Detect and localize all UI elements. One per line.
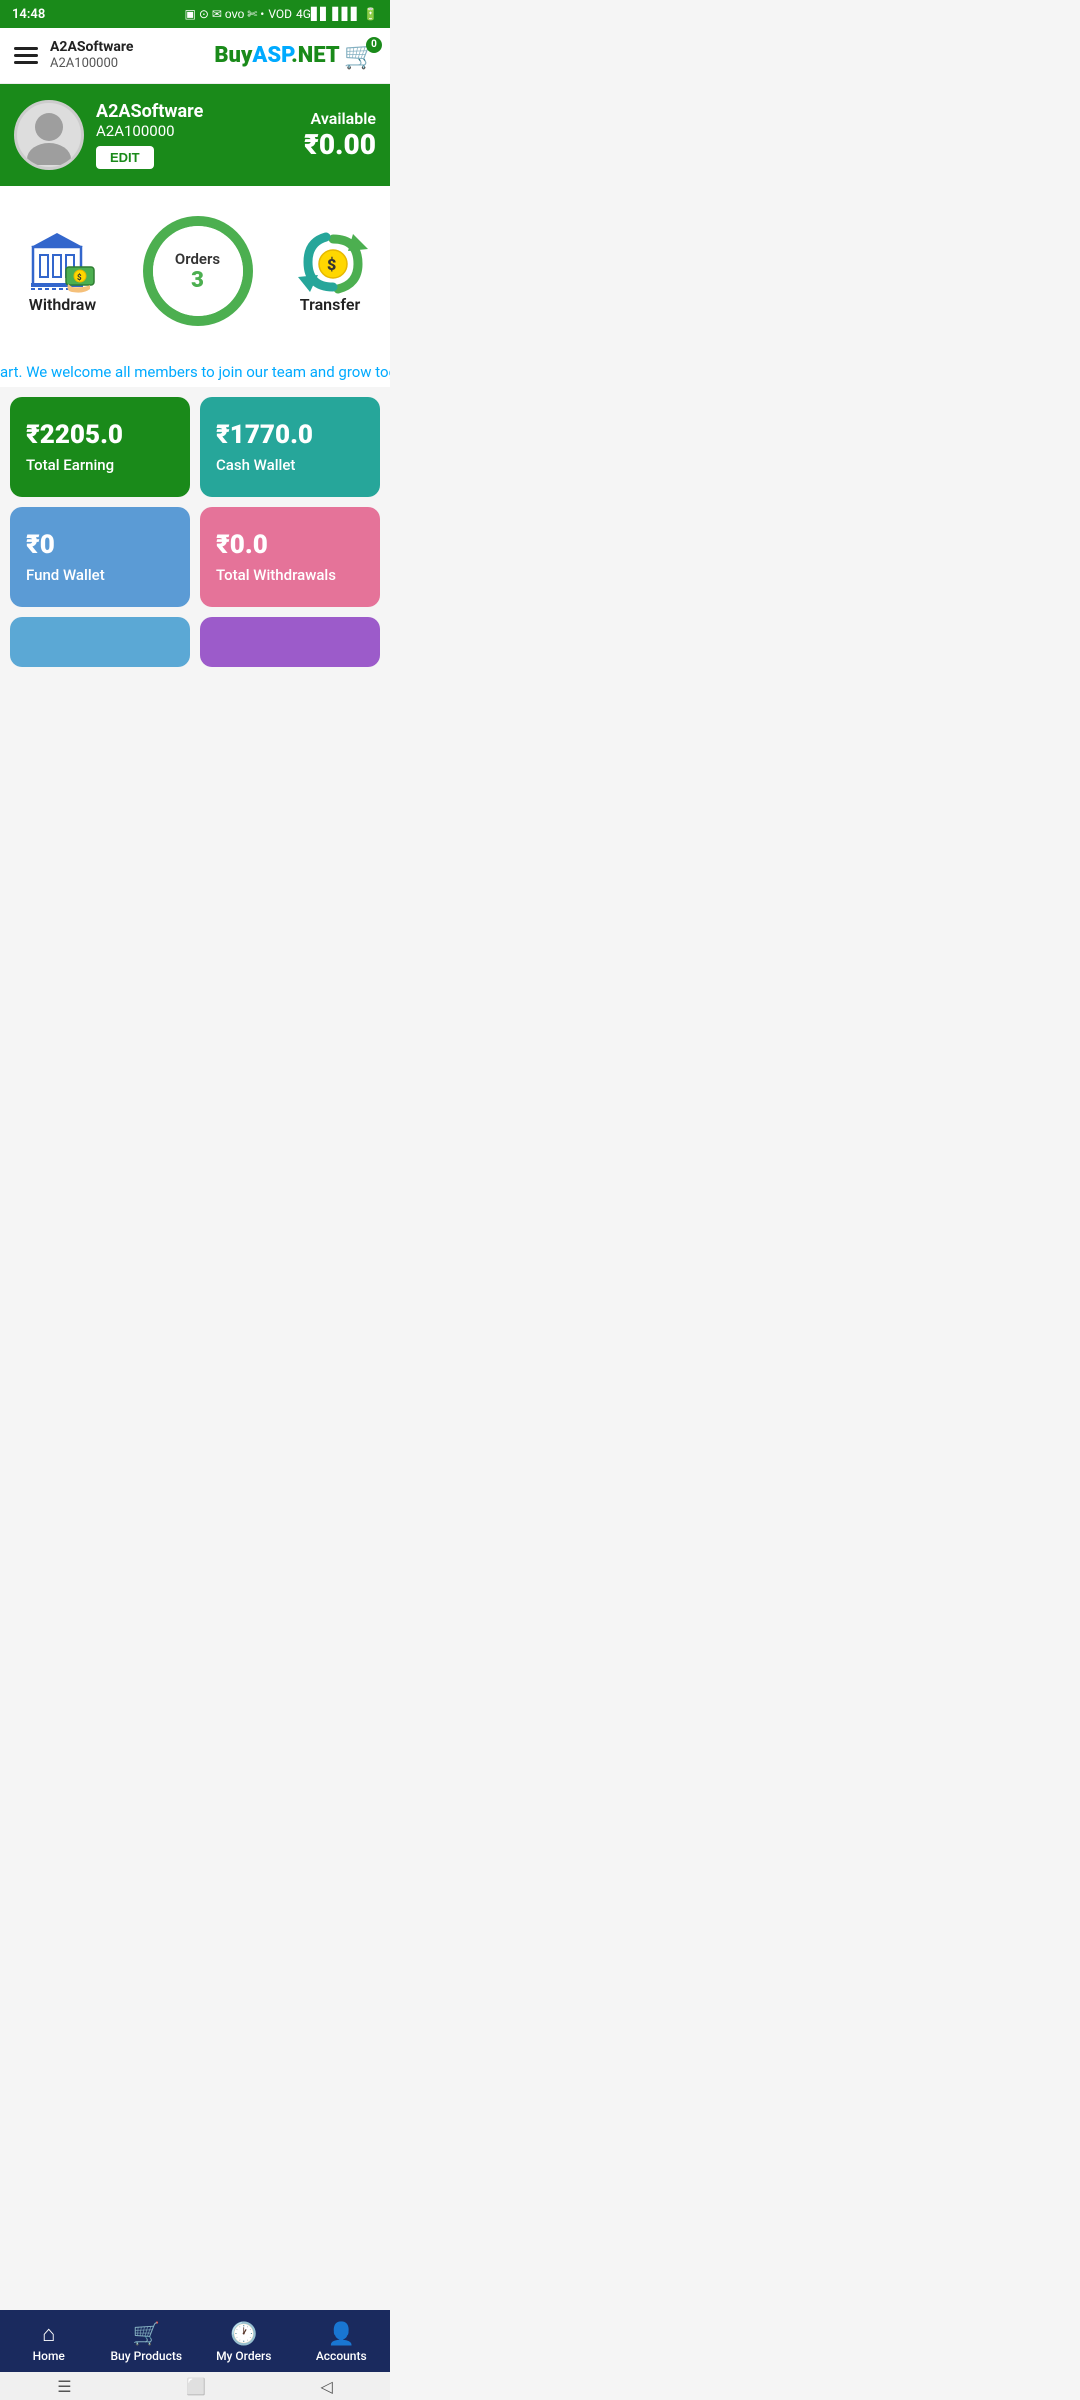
buy-products-icon: 🛒 [133, 2322, 160, 2347]
bottom-nav: ⌂ Home 🛒 Buy Products 🕐 My Orders 👤 Acco… [0, 2310, 390, 2372]
status-signal: ▣ ⊙ ✉ ᴏᴠᴏ ✄ • [185, 7, 265, 21]
buy-products-label: Buy Products [110, 2349, 182, 2363]
total-earning-card[interactable]: ₹2205.0 Total Earning [10, 397, 190, 497]
orders-count: 3 [191, 268, 204, 293]
my-orders-label: My Orders [216, 2349, 271, 2363]
status-time: 14:48 [12, 7, 45, 22]
accounts-label: Accounts [316, 2349, 367, 2363]
total-earning-label: Total Earning [26, 456, 174, 474]
transfer-icon: $ [298, 229, 363, 289]
profile-name: A2ASoftware [96, 101, 203, 122]
header-company: A2ASoftware [50, 38, 133, 56]
nav-buy-products[interactable]: 🛒 Buy Products [98, 2322, 196, 2363]
status-4g: 4G▋▋ ▋▋▋ 🔋 [296, 7, 378, 21]
withdraw-icon: $ [28, 229, 98, 289]
svg-text:$: $ [77, 273, 82, 282]
profile-section: A2ASoftware A2A100000 EDIT Available ₹0.… [0, 84, 390, 186]
orders-label: Orders [175, 250, 220, 268]
android-menu-icon: ☰ [57, 2377, 71, 2396]
profile-balance: Available ₹0.00 [304, 109, 376, 161]
home-icon: ⌂ [42, 2321, 55, 2347]
nav-accounts[interactable]: 👤 Accounts [293, 2322, 391, 2363]
status-bar: 14:48 ▣ ⊙ ✉ ᴏᴠᴏ ✄ • VOD 4G▋▋ ▋▋▋ 🔋 [0, 0, 390, 28]
header-left: A2ASoftware A2A100000 [14, 38, 133, 73]
accounts-icon: 👤 [328, 2322, 355, 2347]
fund-wallet-amount: ₹0 [26, 530, 174, 560]
home-label: Home [33, 2349, 65, 2363]
nav-my-orders[interactable]: 🕐 My Orders [195, 2322, 293, 2363]
profile-left: A2ASoftware A2A100000 EDIT [14, 100, 203, 170]
profile-info: A2ASoftware A2A100000 EDIT [96, 101, 203, 169]
balance-amount: ₹0.00 [304, 128, 376, 161]
orders-donut: Orders 3 [133, 206, 263, 336]
app-header: A2ASoftware A2A100000 BuyASP.NET 🛒 0 [0, 28, 390, 84]
svg-text:$: $ [327, 255, 336, 274]
partial-row [0, 617, 390, 673]
brand-buy: Buy [214, 43, 252, 68]
total-withdrawals-card[interactable]: ₹0.0 Total Withdrawals [200, 507, 380, 607]
profile-code: A2A100000 [96, 122, 203, 140]
total-earning-amount: ₹2205.0 [26, 420, 174, 450]
total-withdrawals-label: Total Withdrawals [216, 566, 364, 584]
status-network: VOD [268, 7, 292, 21]
donut-center: Orders 3 [153, 226, 243, 316]
cart-button[interactable]: 🛒 0 [344, 41, 376, 71]
action-row: $ Withdraw Orders 3 [0, 186, 390, 356]
android-home-icon: ⬜ [186, 2377, 206, 2396]
android-nav: ☰ ⬜ ◁ [0, 2372, 390, 2400]
withdraw-label: Withdraw [29, 295, 96, 314]
cash-wallet-amount: ₹1770.0 [216, 420, 364, 450]
stats-grid: ₹2205.0 Total Earning ₹1770.0 Cash Walle… [0, 387, 390, 617]
partial-card-right[interactable] [200, 617, 380, 667]
brand-text: BuyASP.NET [214, 43, 339, 68]
header-code: A2A100000 [50, 56, 133, 73]
menu-button[interactable] [14, 47, 38, 64]
partial-card-left[interactable] [10, 617, 190, 667]
avatar [14, 100, 84, 170]
cart-badge: 0 [366, 37, 382, 53]
available-label: Available [304, 109, 376, 128]
marquee-row: art. We welcome all members to join our … [0, 356, 390, 387]
brand-net: .NET [291, 43, 340, 68]
transfer-label: Transfer [300, 295, 360, 314]
transfer-action[interactable]: $ Transfer [298, 229, 363, 314]
header-user-info: A2ASoftware A2A100000 [50, 38, 133, 73]
withdraw-action[interactable]: $ Withdraw [28, 229, 98, 314]
marquee-text: art. We welcome all members to join our … [0, 363, 390, 381]
fund-wallet-card[interactable]: ₹0 Fund Wallet [10, 507, 190, 607]
edit-button[interactable]: EDIT [96, 146, 154, 169]
brand-asp: ASP [252, 43, 291, 68]
my-orders-icon: 🕐 [230, 2322, 257, 2347]
nav-home[interactable]: ⌂ Home [0, 2321, 98, 2363]
status-icons: ▣ ⊙ ✉ ᴏᴠᴏ ✄ • VOD 4G▋▋ ▋▋▋ 🔋 [185, 7, 378, 21]
total-withdrawals-amount: ₹0.0 [216, 530, 364, 560]
orders-action[interactable]: Orders 3 [133, 206, 263, 336]
cash-wallet-card[interactable]: ₹1770.0 Cash Wallet [200, 397, 380, 497]
cash-wallet-label: Cash Wallet [216, 456, 364, 474]
android-back-icon: ◁ [320, 2377, 332, 2396]
brand-logo: BuyASP.NET 🛒 0 [214, 41, 376, 71]
fund-wallet-label: Fund Wallet [26, 566, 174, 584]
